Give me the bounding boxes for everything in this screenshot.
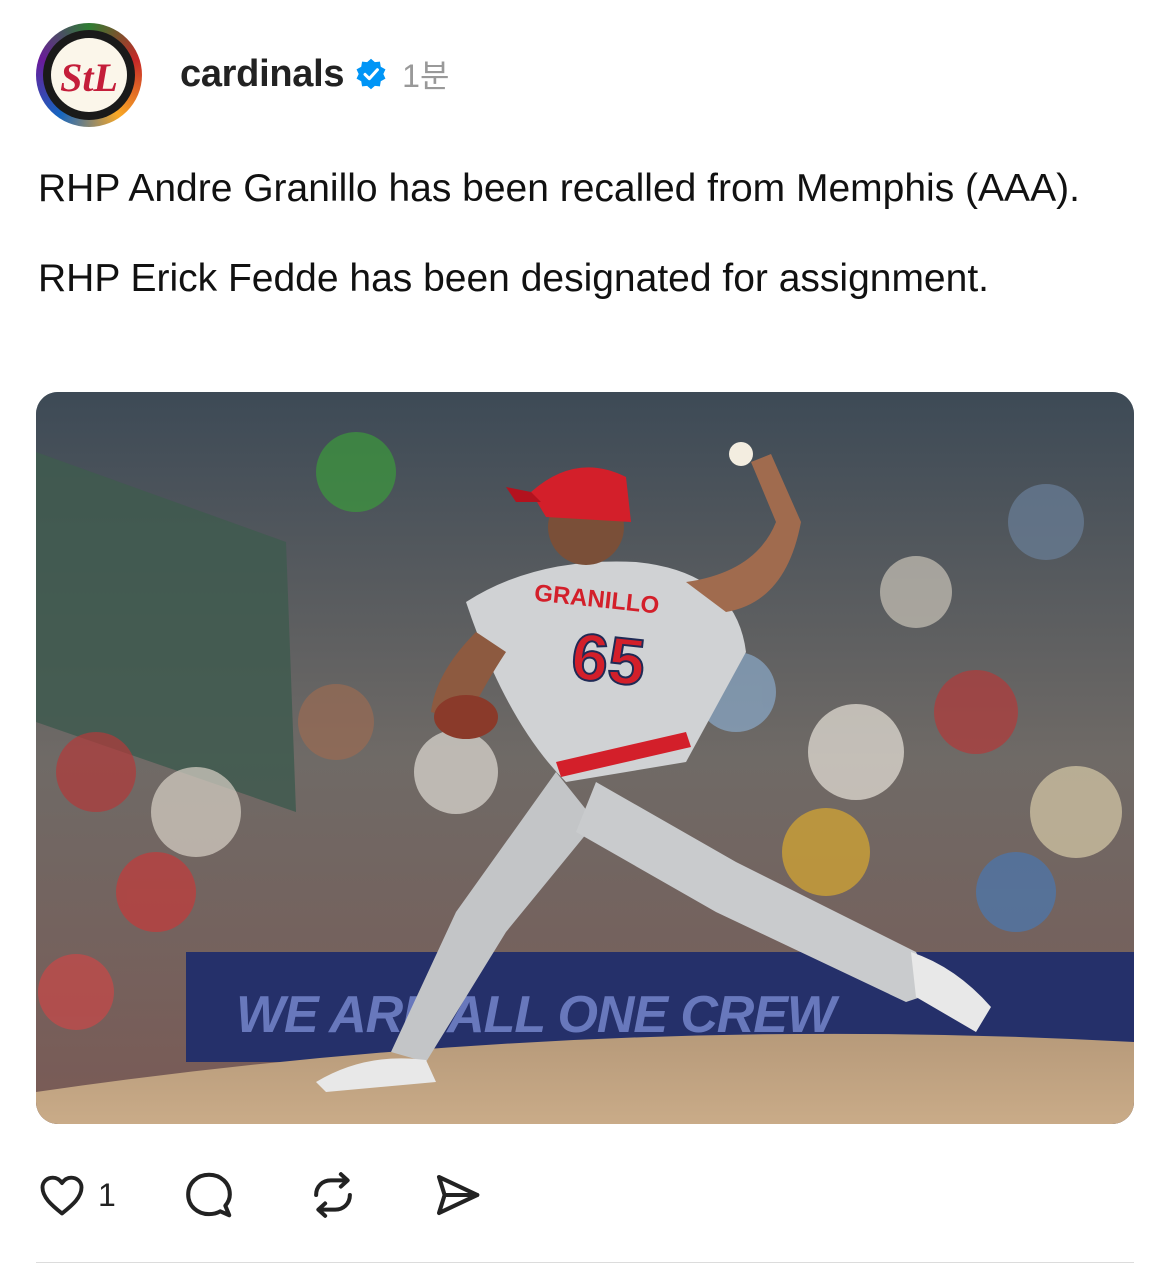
svg-text:StL: StL [60, 55, 118, 100]
username[interactable]: cardinals [180, 53, 344, 96]
repost-button[interactable] [306, 1168, 360, 1222]
verified-badge-icon [356, 58, 386, 90]
share-icon [436, 1174, 480, 1216]
share-button[interactable] [430, 1168, 484, 1222]
cardinals-logo-icon: StL [60, 55, 118, 100]
comment-icon [185, 1172, 232, 1218]
post-photo[interactable]: WE ARE ALL ONE CREW GRANILLO [36, 392, 1134, 1124]
post-header: cardinals 1분 [180, 48, 449, 100]
post-paragraph: RHP Erick Fedde has been designated for … [38, 257, 989, 300]
repost-icon [313, 1172, 352, 1218]
post-divider [36, 1262, 1134, 1263]
post-time: 1분 [402, 58, 450, 94]
like-button[interactable]: 1 [36, 1169, 116, 1221]
post-paragraph: RHP Andre Granillo has been recalled fro… [38, 167, 1080, 210]
avatar[interactable]: StL [36, 23, 142, 127]
post-body: RHP Andre Granillo has been recalled fro… [38, 160, 1138, 308]
comment-button[interactable] [182, 1168, 236, 1222]
heart-icon [40, 1175, 84, 1216]
post-actions: 1 [36, 1160, 484, 1230]
photo-jersey-number: 65 [568, 618, 649, 699]
like-count: 1 [98, 1176, 116, 1213]
